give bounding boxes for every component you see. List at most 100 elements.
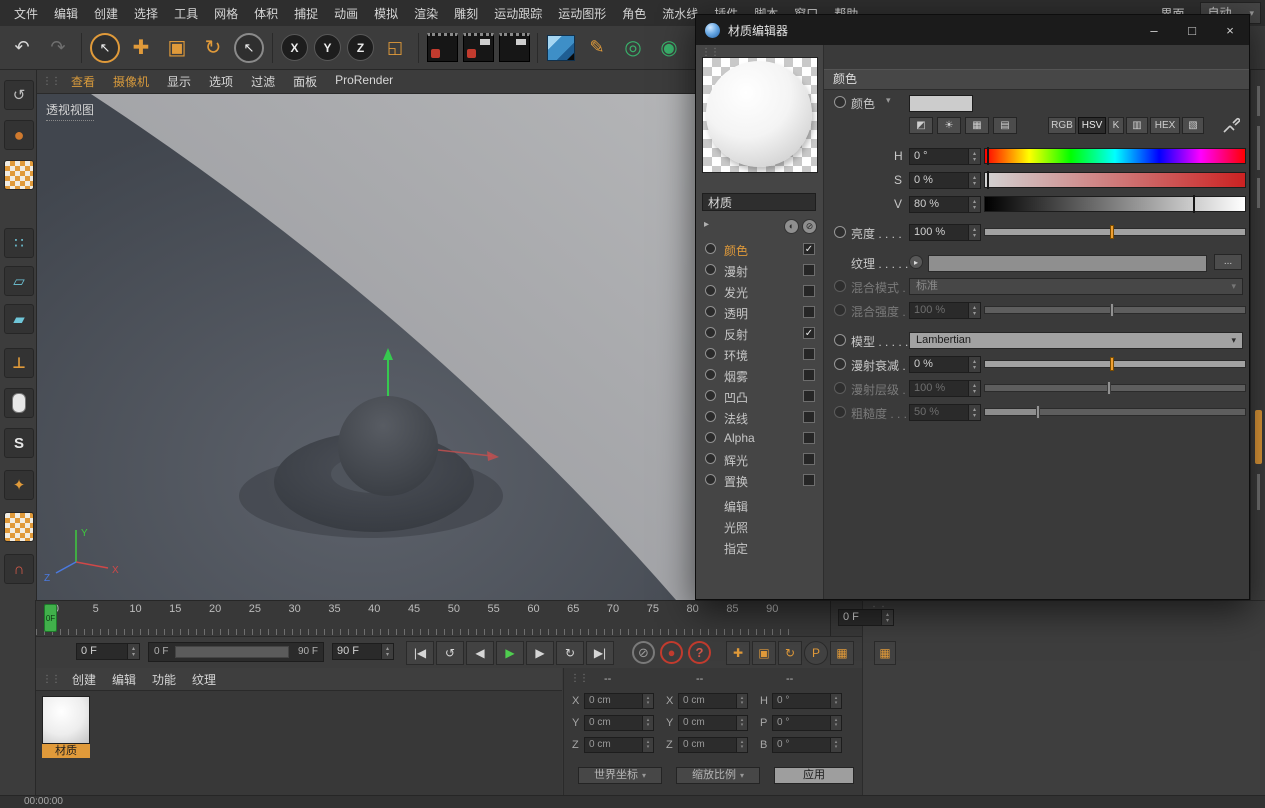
y-axis-lock-button[interactable]: Y <box>314 34 341 61</box>
channel-radio[interactable] <box>705 474 716 485</box>
channel-row[interactable]: 环境 <box>696 344 824 365</box>
menubar-item[interactable]: 角色 <box>614 5 654 22</box>
material-thumbnail-label[interactable]: 材质 <box>42 744 90 758</box>
texture-mode-button[interactable] <box>4 160 34 190</box>
material-menu-item[interactable]: 编辑 <box>104 671 144 688</box>
saturation-cursor[interactable] <box>987 171 989 189</box>
rgb-mode-button[interactable]: RGB <box>1048 117 1076 134</box>
z-axis-lock-button[interactable]: Z <box>347 34 374 61</box>
channel-label[interactable]: Alpha <box>724 431 755 445</box>
dock-tab[interactable] <box>1257 474 1260 510</box>
keyframe-dot-icon[interactable] <box>834 334 846 346</box>
menubar-item[interactable]: 选择 <box>126 5 166 22</box>
channel-radio[interactable] <box>705 411 716 422</box>
channel-row[interactable]: 漫射 <box>696 260 824 281</box>
magnet-snap-button[interactable]: ∩ <box>4 554 34 584</box>
live-selection-tool[interactable]: ↖ <box>88 31 122 65</box>
mixer-icon[interactable]: ▥ <box>1126 117 1148 134</box>
lock-workplane-button[interactable] <box>4 512 34 542</box>
diffuse-falloff-slider[interactable] <box>984 356 1246 372</box>
saturation-gradient-bar[interactable] <box>984 172 1246 188</box>
instance-generator-button[interactable]: ◉ <box>652 31 686 65</box>
expand-arrow-icon[interactable]: ▸ <box>704 219 709 230</box>
value-cursor[interactable] <box>1193 195 1195 213</box>
channel-action-item[interactable]: 指定 <box>696 539 824 560</box>
channel-radio[interactable] <box>705 243 716 254</box>
channel-label[interactable]: 凹凸 <box>724 389 748 406</box>
enable-axis-button[interactable]: ⊥ <box>4 348 34 378</box>
preview-sphere-icon[interactable]: ◐ <box>784 219 799 234</box>
viewport-solo-button[interactable] <box>4 388 34 418</box>
channel-row[interactable]: 烟雾 <box>696 365 824 386</box>
channel-label[interactable]: 辉光 <box>724 452 748 469</box>
stepper-arrows[interactable] <box>968 149 980 164</box>
viewport-menu-item[interactable]: 摄像机 <box>104 73 158 90</box>
menubar-item[interactable]: 创建 <box>86 5 126 22</box>
step-forward-button[interactable]: ▶ <box>526 641 554 665</box>
dock-tab[interactable] <box>1257 178 1260 208</box>
stepper-arrows[interactable] <box>381 644 393 659</box>
channel-checkbox[interactable] <box>803 348 815 360</box>
pen-spline-button[interactable]: ✎ <box>580 31 614 65</box>
material-menu-item[interactable]: 功能 <box>144 671 184 688</box>
menubar-item[interactable]: 模拟 <box>366 5 406 22</box>
channel-radio[interactable] <box>705 432 716 443</box>
material-menu-item[interactable]: 纹理 <box>184 671 224 688</box>
stepper-arrows[interactable] <box>881 610 893 625</box>
model-mode-button[interactable]: ● <box>4 120 34 150</box>
channel-label[interactable]: 置换 <box>724 473 748 490</box>
value-gradient-bar[interactable] <box>984 196 1246 212</box>
hue-cursor[interactable] <box>987 147 989 165</box>
brightness-slider[interactable] <box>984 224 1246 240</box>
channel-label[interactable]: 烟雾 <box>724 368 748 385</box>
menubar-item[interactable]: 编辑 <box>46 5 86 22</box>
compact-picker-icon[interactable]: ◩ <box>909 117 933 134</box>
stepper-arrows[interactable] <box>968 225 980 240</box>
viewport-label[interactable]: 透视视图 <box>46 101 94 121</box>
channel-radio[interactable] <box>705 453 716 464</box>
s-value-field[interactable]: 0 % <box>909 172 981 189</box>
channel-checkbox[interactable] <box>803 369 815 381</box>
panel-grip[interactable]: ⋮⋮ <box>42 674 60 685</box>
preview-range-slider[interactable]: 0 F 90 F <box>148 642 324 662</box>
channel-label[interactable]: 法线 <box>724 410 748 427</box>
channel-row[interactable]: 法线 <box>696 407 824 428</box>
perspective-viewport[interactable]: Y X Z 透视视图 <box>36 94 695 600</box>
menubar-item[interactable]: 动画 <box>326 5 366 22</box>
key-scale-button[interactable]: ▣ <box>752 641 776 665</box>
end-frame-field[interactable]: 90 F <box>332 643 394 660</box>
mix-mode-dropdown[interactable]: 标准▾ <box>909 278 1243 295</box>
channel-checkbox[interactable] <box>803 432 815 444</box>
keyframe-dot-icon[interactable] <box>834 358 846 370</box>
channel-radio[interactable] <box>705 369 716 380</box>
viewport-menu-item[interactable]: 过滤 <box>242 73 284 90</box>
add-cube-object-button[interactable] <box>544 31 578 65</box>
channel-row[interactable]: Alpha <box>696 428 824 449</box>
scale-tool[interactable]: ▣ <box>160 31 194 65</box>
play-backward-button[interactable]: ◀ <box>466 641 494 665</box>
keyframe-dot-icon[interactable] <box>834 96 846 108</box>
snap-button[interactable]: S <box>4 428 34 458</box>
material-menu-item[interactable]: 创建 <box>64 671 104 688</box>
x-axis-lock-button[interactable]: X <box>281 34 308 61</box>
keyframe-selection-button[interactable]: ⊘ <box>632 641 655 664</box>
slider-handle[interactable] <box>1110 225 1114 239</box>
material-name-field[interactable]: 材质 <box>702 193 816 211</box>
hue-gradient-bar[interactable] <box>984 148 1246 164</box>
viewport-menu-item[interactable]: 选项 <box>200 73 242 90</box>
channel-checkbox[interactable] <box>803 390 815 402</box>
goto-start-button[interactable]: |◀ <box>406 641 434 665</box>
coordinate-system-button[interactable]: ◱ <box>378 31 412 65</box>
close-button[interactable]: × <box>1211 15 1249 45</box>
texture-browse-button[interactable]: ... <box>1214 254 1242 270</box>
swatches-icon[interactable]: ▤ <box>993 117 1017 134</box>
menubar-item[interactable]: 渲染 <box>406 5 446 22</box>
play-button[interactable]: ▶ <box>496 641 524 665</box>
rot-p-field[interactable]: 0 ° <box>772 715 842 731</box>
eyedropper-icon[interactable] <box>1222 116 1240 137</box>
apply-button[interactable]: 应用 <box>774 767 854 784</box>
record-button[interactable]: ● <box>660 641 683 664</box>
menubar-item[interactable]: 体积 <box>246 5 286 22</box>
scale-x-field[interactable]: 0 cm <box>678 693 748 709</box>
channel-checkbox[interactable] <box>803 306 815 318</box>
